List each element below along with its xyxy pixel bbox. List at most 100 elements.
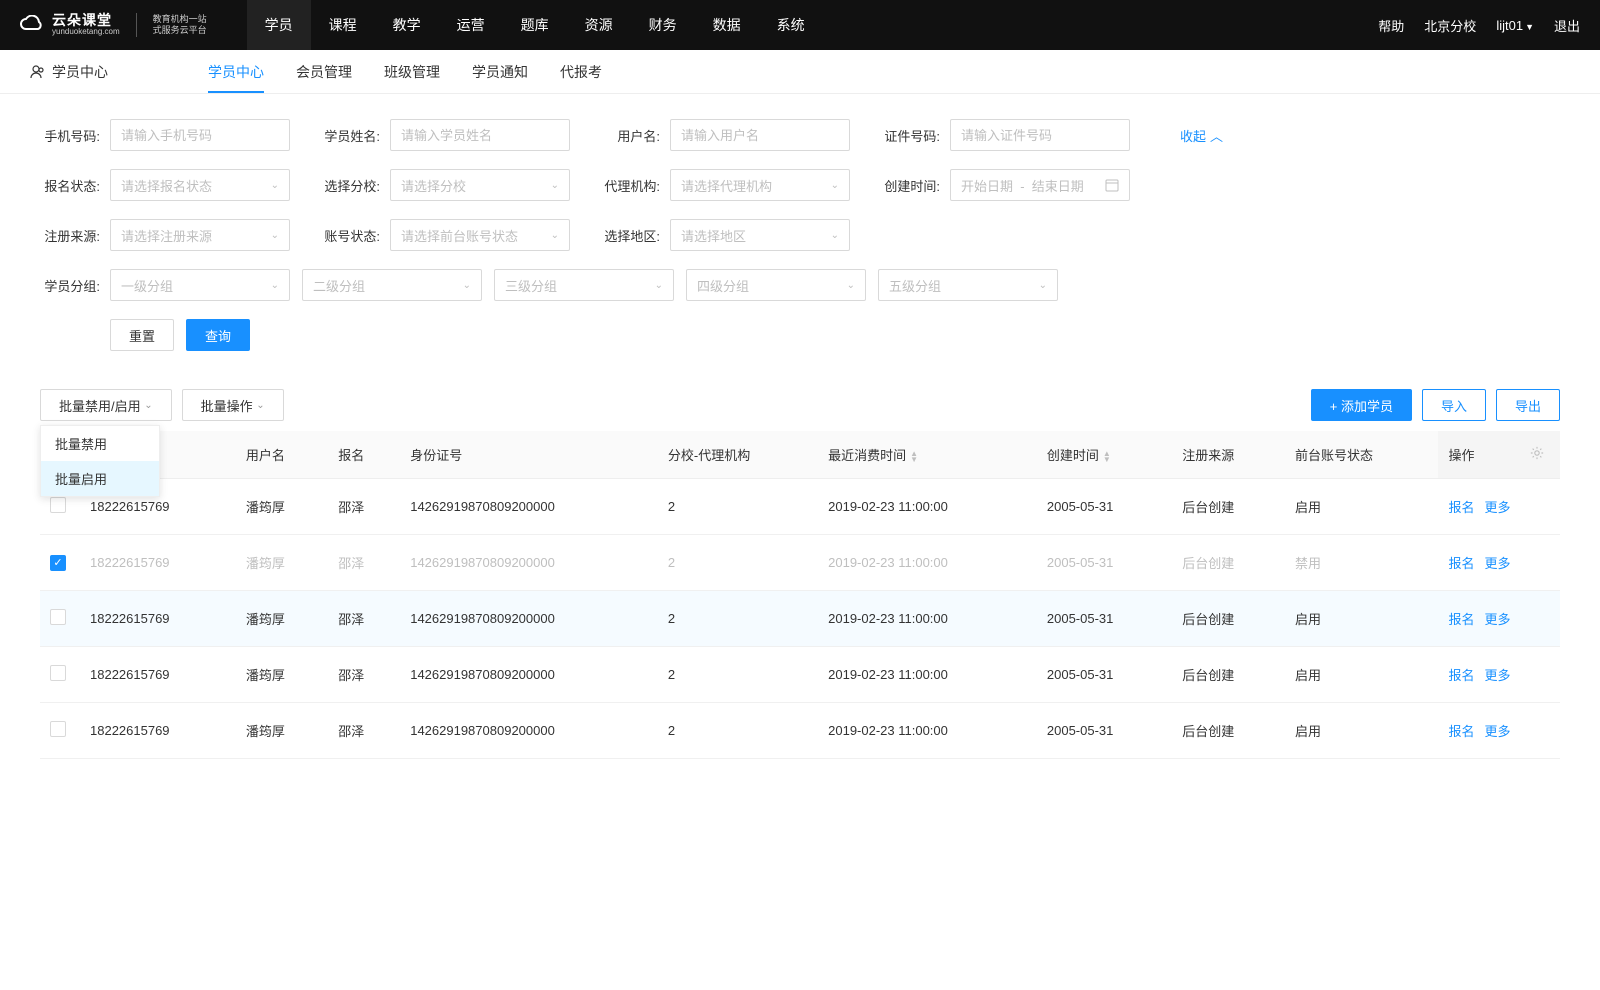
cell-branch: 2 <box>658 647 818 703</box>
cell-phone: 18222615769 <box>80 703 236 759</box>
logo: 云朵课堂 yunduoketang.com 教育机构一站 式服务云平台 <box>20 13 207 37</box>
student-name-input[interactable] <box>390 119 570 151</box>
chevron-down-icon: ⌄ <box>831 230 839 241</box>
table-row: ✓18222615769潘筠厚邵泽14262919870809200000220… <box>40 535 1560 591</box>
row-more-link[interactable]: 更多 <box>1484 556 1510 571</box>
row-enroll-link[interactable]: 报名 <box>1448 724 1474 739</box>
cell-last-consume: 2019-02-23 11:00:00 <box>818 479 1037 535</box>
chevron-down-icon: ⌄ <box>463 280 471 291</box>
group-select-1[interactable]: 一级分组⌄ <box>110 269 290 301</box>
bulk-disable-option[interactable]: 批量禁用 <box>41 426 159 461</box>
cell-phone: 18222615769 <box>80 535 236 591</box>
cell-created-at: 2005-05-31 <box>1037 535 1172 591</box>
table-row: 18222615769潘筠厚邵泽142629198708092000002201… <box>40 647 1560 703</box>
row-checkbox[interactable] <box>50 721 66 737</box>
group-select-3[interactable]: 三级分组⌄ <box>494 269 674 301</box>
add-student-button[interactable]: + 添加学员 <box>1311 389 1412 421</box>
cell-username: 潘筠厚 <box>236 647 328 703</box>
sub-nav-item-4[interactable]: 代报考 <box>560 50 602 93</box>
group-select-5[interactable]: 五级分组⌄ <box>878 269 1058 301</box>
search-button[interactable]: 查询 <box>186 319 250 351</box>
row-enroll-link[interactable]: 报名 <box>1448 668 1474 683</box>
top-nav-item-8[interactable]: 系统 <box>759 0 823 50</box>
col-created-at[interactable]: 创建时间▲▼ <box>1037 431 1172 479</box>
id-number-input[interactable] <box>950 119 1130 151</box>
cloud-icon <box>20 15 44 35</box>
col-actions: 操作 <box>1438 431 1520 479</box>
cell-username: 潘筠厚 <box>236 535 328 591</box>
cell-last-consume: 2019-02-23 11:00:00 <box>818 591 1037 647</box>
chevron-up-icon: ︿ <box>1210 126 1223 145</box>
enroll-status-select[interactable]: 请选择报名状态⌄ <box>110 169 290 201</box>
username-input[interactable] <box>670 119 850 151</box>
cell-phone: 18222615769 <box>80 591 236 647</box>
collapse-filters[interactable]: 收起︿ <box>1180 126 1223 145</box>
bulk-ops-button[interactable]: 批量操作 ⌄ <box>182 389 284 421</box>
col-branch-agency: 分校-代理机构 <box>658 431 818 479</box>
nav-branch[interactable]: 北京分校 <box>1424 16 1476 35</box>
table-row: 18222615769潘筠厚邵泽142629198708092000002201… <box>40 703 1560 759</box>
sub-nav-item-3[interactable]: 学员通知 <box>472 50 528 93</box>
filter-area: 手机号码: 学员姓名: 用户名: 证件号码: 收起︿ 报名状态:请选择报名状态⌄… <box>0 94 1600 379</box>
cell-branch: 2 <box>658 535 818 591</box>
reset-button[interactable]: 重置 <box>110 319 174 351</box>
row-more-link[interactable]: 更多 <box>1484 724 1510 739</box>
group-select-4[interactable]: 四级分组⌄ <box>686 269 866 301</box>
top-nav-item-2[interactable]: 教学 <box>375 0 439 50</box>
nav-help[interactable]: 帮助 <box>1378 16 1404 35</box>
logo-divider <box>136 13 137 37</box>
reg-source-select[interactable]: 请选择注册来源⌄ <box>110 219 290 251</box>
label-agency: 代理机构: <box>600 176 660 195</box>
created-at-range[interactable]: 开始日期 - 结束日期 <box>950 169 1130 201</box>
account-status-select[interactable]: 请选择前台账号状态⌄ <box>390 219 570 251</box>
top-nav-item-3[interactable]: 运营 <box>439 0 503 50</box>
bulk-enable-option[interactable]: 批量启用 <box>41 461 159 496</box>
sub-nav-item-2[interactable]: 班级管理 <box>384 50 440 93</box>
bulk-toggle-menu: 批量禁用 批量启用 <box>40 425 160 497</box>
import-button[interactable]: 导入 <box>1422 389 1486 421</box>
row-checkbox[interactable] <box>50 497 66 513</box>
row-checkbox[interactable] <box>50 609 66 625</box>
row-enroll-link[interactable]: 报名 <box>1448 500 1474 515</box>
row-checkbox[interactable] <box>50 665 66 681</box>
sub-nav-item-0[interactable]: 学员中心 <box>208 50 264 93</box>
cell-status: 禁用 <box>1285 535 1438 591</box>
export-button[interactable]: 导出 <box>1496 389 1560 421</box>
col-last-consume[interactable]: 最近消费时间▲▼ <box>818 431 1037 479</box>
row-more-link[interactable]: 更多 <box>1484 668 1510 683</box>
region-select[interactable]: 请选择地区⌄ <box>670 219 850 251</box>
sub-nav-item-1[interactable]: 会员管理 <box>296 50 352 93</box>
chevron-down-icon: ⌄ <box>144 400 152 411</box>
action-bar: 批量禁用/启用 ⌄ 批量禁用 批量启用 批量操作 ⌄ + 添加学员 导入 导出 <box>0 379 1600 431</box>
row-enroll-link[interactable]: 报名 <box>1448 612 1474 627</box>
nav-user[interactable]: lijt01▼ <box>1496 18 1534 33</box>
row-more-link[interactable]: 更多 <box>1484 612 1510 627</box>
top-nav-item-7[interactable]: 数据 <box>695 0 759 50</box>
top-nav-item-0[interactable]: 学员 <box>247 0 311 50</box>
row-more-link[interactable]: 更多 <box>1484 500 1510 515</box>
group-select-2[interactable]: 二级分组⌄ <box>302 269 482 301</box>
cell-last-consume: 2019-02-23 11:00:00 <box>818 535 1037 591</box>
cell-enroll: 邵泽 <box>328 591 400 647</box>
label-username: 用户名: <box>600 126 660 145</box>
chevron-down-icon: ⌄ <box>551 180 559 191</box>
phone-input[interactable] <box>110 119 290 151</box>
sort-icon: ▲▼ <box>1103 451 1111 463</box>
cell-status: 启用 <box>1285 479 1438 535</box>
row-enroll-link[interactable]: 报名 <box>1448 556 1474 571</box>
top-nav-item-1[interactable]: 课程 <box>311 0 375 50</box>
top-nav-item-4[interactable]: 题库 <box>503 0 567 50</box>
agency-select[interactable]: 请选择代理机构⌄ <box>670 169 850 201</box>
gear-icon[interactable] <box>1530 446 1544 460</box>
label-account-status: 账号状态: <box>320 226 380 245</box>
cell-id: 14262919870809200000 <box>400 479 658 535</box>
top-nav-item-5[interactable]: 资源 <box>567 0 631 50</box>
bulk-toggle-button[interactable]: 批量禁用/启用 ⌄ <box>40 389 172 421</box>
nav-logout[interactable]: 退出 <box>1554 16 1580 35</box>
label-student-name: 学员姓名: <box>320 126 380 145</box>
branch-select[interactable]: 请选择分校⌄ <box>390 169 570 201</box>
row-checkbox[interactable]: ✓ <box>50 555 66 571</box>
sort-icon: ▲▼ <box>910 451 918 463</box>
chevron-down-icon: ⌄ <box>551 230 559 241</box>
top-nav-item-6[interactable]: 财务 <box>631 0 695 50</box>
